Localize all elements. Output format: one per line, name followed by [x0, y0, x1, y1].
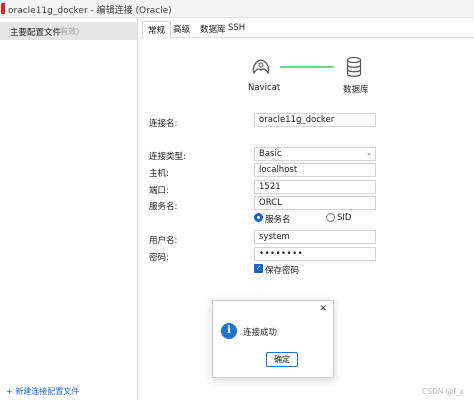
database-label: 数据库	[343, 85, 369, 95]
title-bar: oracle11g_docker - 编辑连接 (Oracle)	[0, 0, 474, 18]
connection-line	[280, 66, 334, 68]
dialog-message: 连接成功	[243, 328, 278, 338]
sid-radio[interactable]	[326, 213, 335, 222]
close-icon[interactable]: ✕	[319, 304, 327, 314]
watermark: CSDN @f_x	[422, 387, 465, 396]
connection-type-value: Basic	[259, 149, 282, 159]
username-input[interactable]: system	[254, 230, 376, 244]
database-icon	[346, 56, 362, 77]
service-name-radio-label: 服务名	[265, 215, 291, 225]
profile-name: 主要配置文件	[10, 28, 62, 38]
host-label: 主机:	[149, 169, 169, 179]
info-icon: i	[221, 323, 237, 339]
connection-success-dialog: ✕ i 连接成功 确定	[212, 300, 334, 378]
host-input[interactable]: localhost	[254, 163, 376, 177]
save-password-label: 保存密码	[265, 266, 300, 276]
service-name-label: 服务名:	[149, 202, 178, 212]
chevron-down-icon: ⌄	[366, 149, 372, 157]
connection-type-label: 连接类型:	[149, 152, 186, 162]
tab-database[interactable]: 数据库	[200, 23, 226, 35]
connection-type-select[interactable]: Basic ⌄	[254, 147, 376, 161]
profile-state: (有效)	[57, 27, 80, 36]
ok-button[interactable]: 确定	[266, 352, 298, 367]
username-label: 用户名:	[149, 236, 178, 246]
connection-name-label: 连接名:	[149, 119, 178, 129]
profile-sidebar: 主要配置文件 (有效) + 新建连接配置文件	[0, 18, 138, 400]
navicat-icon	[252, 59, 270, 75]
tab-ssh[interactable]: SSH	[228, 23, 245, 33]
tab-advanced[interactable]: 高级	[173, 23, 190, 35]
port-input[interactable]: 1521	[254, 180, 376, 194]
new-profile-link[interactable]: + 新建连接配置文件	[6, 386, 79, 397]
connection-name-input[interactable]: oracle11g_docker	[254, 113, 376, 127]
navicat-label: Navicat	[248, 83, 281, 93]
tab-general[interactable]: 常规	[142, 21, 172, 38]
password-label: 密码:	[149, 253, 169, 263]
navicat-logo-icon	[1, 3, 5, 14]
service-name-radio[interactable]	[254, 213, 263, 222]
service-name-input[interactable]: ORCL	[254, 196, 376, 210]
window-title: oracle11g_docker - 编辑连接 (Oracle)	[8, 6, 172, 16]
sid-radio-label: SID	[337, 213, 352, 223]
save-password-checkbox[interactable]: ✓	[254, 264, 263, 273]
port-label: 端口:	[149, 186, 169, 196]
profile-item-main[interactable]: 主要配置文件 (有效)	[0, 22, 137, 40]
tab-bar: 常规 高级 数据库 SSH	[140, 20, 474, 38]
password-input[interactable]: ••••••••	[254, 247, 376, 261]
